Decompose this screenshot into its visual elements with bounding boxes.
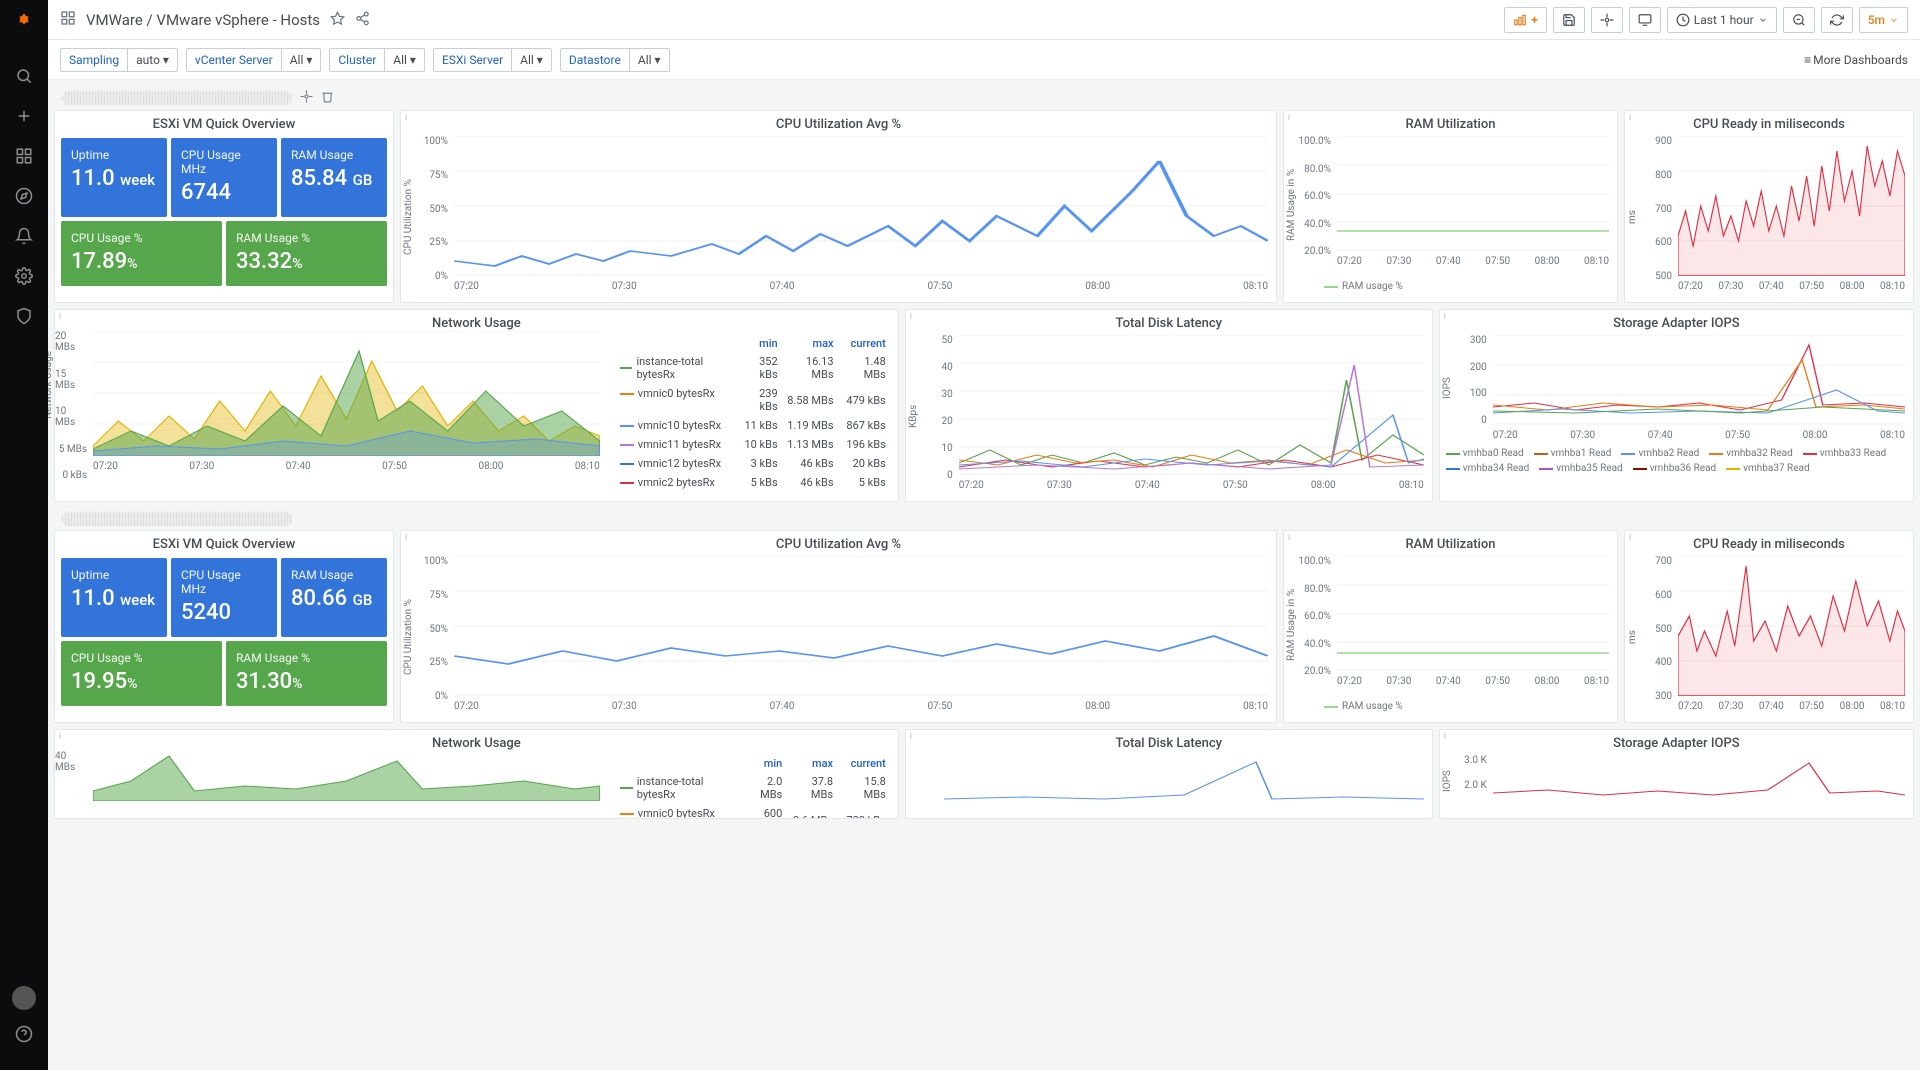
filter-sampling-select[interactable]: auto ▾ — [127, 48, 178, 72]
avatar[interactable] — [12, 986, 36, 1010]
dashboards-icon[interactable] — [8, 140, 40, 172]
panel-ram-util: i RAM Utilization RAM Usage in % 100.0%8… — [1283, 530, 1618, 723]
search-icon[interactable] — [8, 60, 40, 92]
row-title-redacted — [62, 91, 292, 105]
stat-uptime: Uptime11.0 week — [61, 558, 167, 637]
filter-vcenter-select[interactable]: All ▾ — [281, 48, 322, 72]
panel-ram-util: i RAM Utilization RAM Usage in % 100.0%8… — [1283, 110, 1618, 303]
info-icon[interactable]: i — [1444, 312, 1446, 322]
stat-ram-pct: RAM Usage %31.30% — [226, 641, 387, 706]
iops-legend: vmhba0 Readvmhba1 Readvmhba2 Readvmhba32… — [1440, 446, 1913, 476]
filter-esxi-select[interactable]: All ▾ — [511, 48, 552, 72]
refresh-button[interactable] — [1821, 7, 1853, 33]
panel-cpu-util: i CPU Utilization Avg % CPU Utilization … — [400, 530, 1277, 723]
filter-esxi-label: ESXi Server — [433, 48, 511, 72]
trash-icon[interactable] — [321, 90, 334, 106]
network-legend: minmaxcurrentinstance-total bytesRx2.0 M… — [608, 751, 898, 819]
filter-vcenter-label: vCenter Server — [186, 48, 281, 72]
alerting-icon[interactable] — [8, 220, 40, 252]
info-icon[interactable]: i — [1629, 533, 1631, 543]
filter-sampling-label: Sampling — [60, 48, 127, 72]
dashboard-grid-icon — [60, 10, 76, 29]
row-header[interactable] — [54, 508, 1914, 530]
tv-mode-button[interactable] — [1629, 7, 1661, 33]
config-icon[interactable] — [8, 260, 40, 292]
panel-iops: i Storage Adapter IOPS IOPS 3.0 K2.0 K — [1439, 729, 1914, 819]
panel-cpu-util: i CPU Utilization Avg % CPU Utilization … — [400, 110, 1277, 303]
filter-cluster-label: Cluster — [329, 48, 384, 72]
explore-icon[interactable] — [8, 180, 40, 212]
stat-uptime: Uptime11.0 week — [61, 138, 167, 217]
stat-cpu-pct: CPU Usage %19.95% — [61, 641, 222, 706]
panel-disk-latency: i Total Disk Latency KBps 50403020100 — [905, 309, 1433, 502]
star-icon[interactable] — [330, 11, 345, 29]
stat-cpu-mhz: CPU Usage MHz5240 — [171, 558, 277, 637]
filter-datastore-label: Datastore — [560, 48, 629, 72]
panel-cpu-ready: i CPU Ready in miliseconds ms 7006005004… — [1624, 530, 1914, 723]
gear-icon[interactable] — [300, 90, 313, 106]
topbar: VMWare / VMware vSphere - Hosts + Last 1… — [48, 0, 1920, 40]
stat-ram: RAM Usage85.84 GB — [281, 138, 387, 217]
share-icon[interactable] — [355, 11, 370, 29]
panel-disk-latency: i Total Disk Latency 40 — [905, 729, 1433, 819]
info-icon[interactable]: i — [1288, 533, 1290, 543]
panel-cpu-ready: i CPU Ready in miliseconds ms 9008007006… — [1624, 110, 1914, 303]
filter-datastore-select[interactable]: All ▾ — [629, 48, 670, 72]
info-icon[interactable]: i — [59, 312, 61, 322]
info-icon[interactable]: i — [1629, 113, 1631, 123]
panel-overview: ESXi VM Quick Overview Uptime11.0 week C… — [54, 530, 394, 723]
info-icon[interactable]: i — [910, 312, 912, 322]
info-icon[interactable]: i — [405, 113, 407, 123]
stat-cpu-mhz: CPU Usage MHz6744 — [171, 138, 277, 217]
refresh-interval-button[interactable]: 5m — [1859, 7, 1908, 33]
filter-bar: Samplingauto ▾ vCenter ServerAll ▾ Clust… — [48, 40, 1920, 80]
shield-icon[interactable] — [8, 300, 40, 332]
settings-button[interactable] — [1591, 7, 1623, 33]
row-header[interactable] — [54, 86, 1914, 110]
grafana-logo[interactable] — [10, 8, 38, 36]
zoom-out-button[interactable] — [1783, 7, 1815, 33]
info-icon[interactable]: i — [1288, 113, 1290, 123]
add-panel-button[interactable]: + — [1504, 7, 1547, 33]
dashboard-content: ESXi VM Quick Overview Uptime11.0 week C… — [48, 80, 1920, 1070]
plus-icon[interactable] — [8, 100, 40, 132]
stat-cpu-pct: CPU Usage %17.89% — [61, 221, 222, 286]
info-icon[interactable]: i — [910, 732, 912, 742]
row-title-redacted — [62, 512, 292, 526]
timerange-button[interactable]: Last 1 hour — [1667, 7, 1777, 33]
save-button[interactable] — [1553, 7, 1585, 33]
panel-network: i Network Usage 20 MBs15 MBs10 MBs5 MBs0… — [54, 309, 899, 502]
more-dashboards-link[interactable]: ≡More Dashboards — [1804, 53, 1908, 67]
panel-overview: ESXi VM Quick Overview Uptime11.0 week C… — [54, 110, 394, 303]
page-title[interactable]: VMWare / VMware vSphere - Hosts — [86, 11, 320, 29]
help-icon[interactable] — [8, 1018, 40, 1050]
panel-title: ESXi VM Quick Overview — [55, 111, 393, 132]
network-legend: minmaxcurrentinstance-total bytesRx352 k… — [608, 331, 898, 501]
info-icon[interactable]: i — [1444, 732, 1446, 742]
panel-iops: i Storage Adapter IOPS IOPS 3002001000 — [1439, 309, 1914, 502]
filter-cluster-select[interactable]: All ▾ — [384, 48, 425, 72]
panel-network: i Network Usage 40 MBs30 MBs Network Usa… — [54, 729, 899, 819]
info-icon[interactable]: i — [405, 533, 407, 543]
stat-ram: RAM Usage80.66 GB — [281, 558, 387, 637]
sidebar — [0, 0, 48, 1070]
stat-ram-pct: RAM Usage %33.32% — [226, 221, 387, 286]
info-icon[interactable]: i — [59, 732, 61, 742]
